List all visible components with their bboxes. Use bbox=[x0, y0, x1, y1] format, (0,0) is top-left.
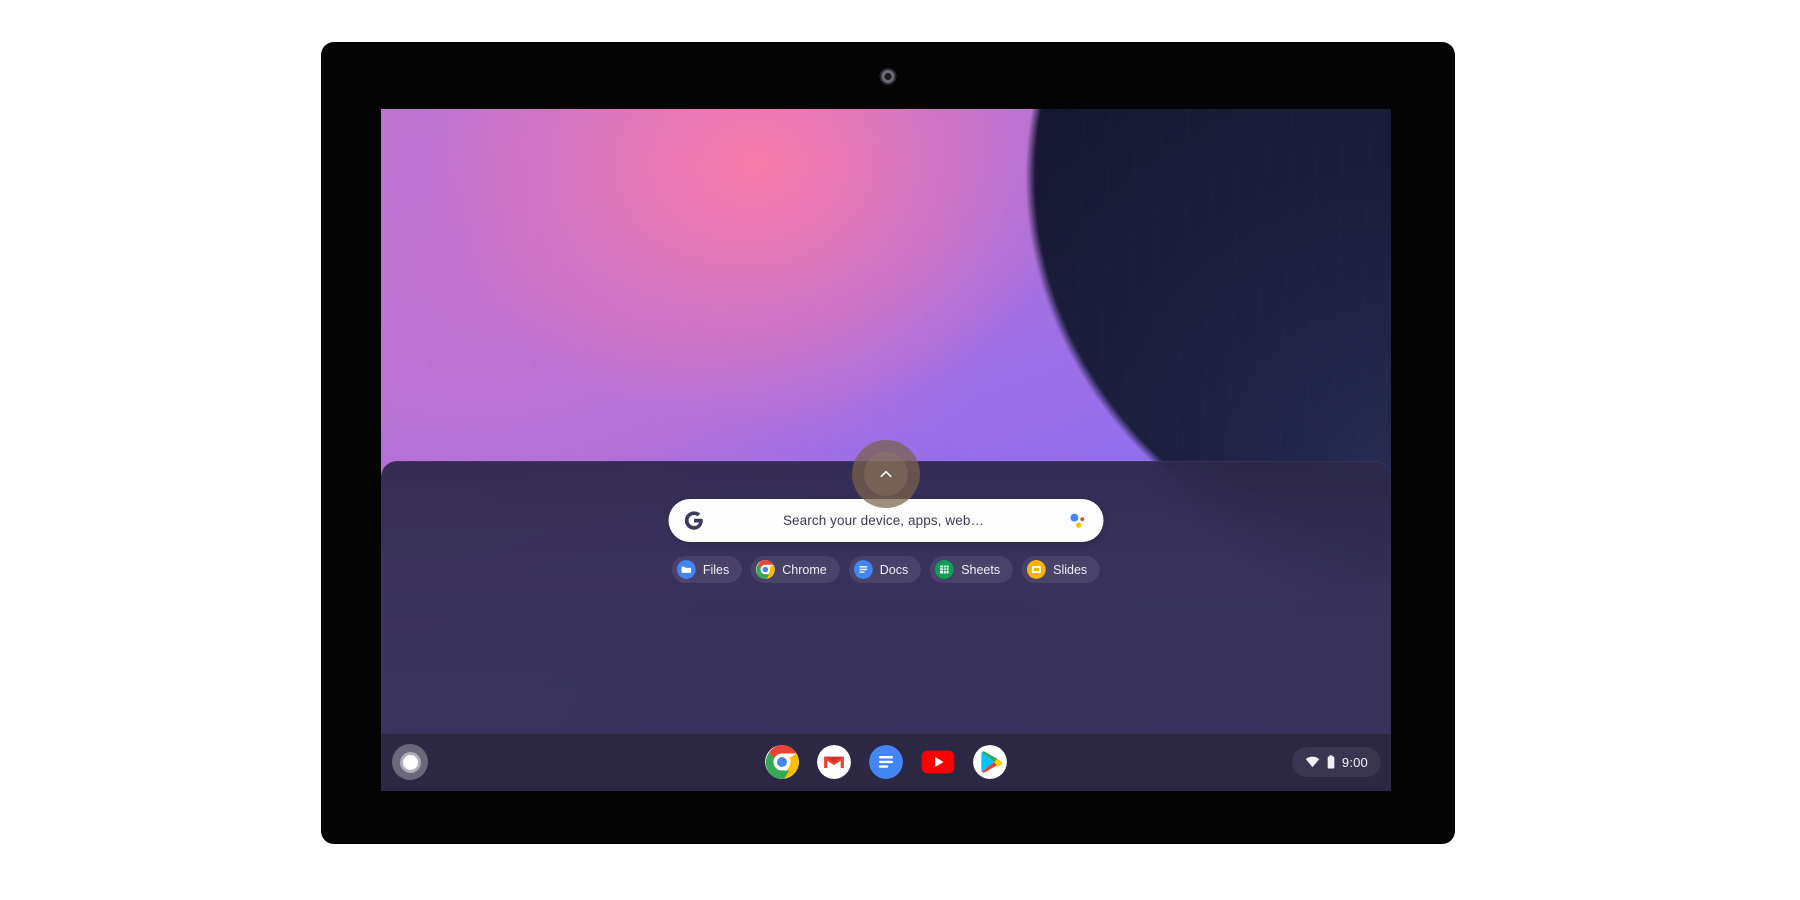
shelf-app-gmail[interactable] bbox=[817, 745, 851, 779]
status-tray[interactable]: 9:00 bbox=[1291, 747, 1381, 777]
quick-app-files[interactable]: Files bbox=[671, 556, 743, 583]
chevron-up-icon bbox=[880, 470, 892, 478]
chrome-icon bbox=[756, 560, 776, 579]
google-slides-icon bbox=[1027, 560, 1047, 579]
quick-app-label: Chrome bbox=[782, 562, 827, 577]
shelf-app-play-store[interactable] bbox=[973, 745, 1007, 779]
shelf-app-chrome[interactable] bbox=[765, 745, 799, 779]
launcher-circle-icon bbox=[402, 754, 418, 770]
expand-launcher-button[interactable] bbox=[852, 440, 920, 508]
quick-app-label: Slides bbox=[1053, 562, 1088, 577]
front-camera-icon bbox=[881, 70, 895, 83]
shelf-app-list bbox=[765, 745, 1007, 779]
quick-app-label: Sheets bbox=[961, 562, 1001, 577]
launcher-button[interactable] bbox=[392, 744, 428, 780]
quick-app-slides[interactable]: Slides bbox=[1022, 556, 1101, 583]
quick-app-sheets[interactable]: Sheets bbox=[930, 556, 1014, 583]
quick-apps-row: Files Chrome Docs Sheets Slides bbox=[671, 556, 1101, 583]
google-g-icon bbox=[684, 511, 703, 530]
google-docs-icon bbox=[853, 560, 873, 579]
tablet-device: Search your device, apps, web… Files Chr… bbox=[322, 43, 1454, 843]
shelf: 9:00 bbox=[381, 733, 1391, 791]
files-icon bbox=[676, 560, 696, 579]
clock: 9:00 bbox=[1341, 754, 1368, 770]
quick-app-label: Docs bbox=[879, 562, 909, 577]
quick-app-chrome[interactable]: Chrome bbox=[751, 556, 840, 583]
wifi-icon bbox=[1305, 756, 1320, 768]
shelf-app-docs[interactable] bbox=[869, 745, 903, 779]
quick-app-docs[interactable]: Docs bbox=[848, 556, 922, 583]
google-sheets-icon bbox=[935, 560, 955, 579]
screenshot-root: Search your device, apps, web… Files Chr… bbox=[0, 0, 1800, 900]
expand-launcher-inner bbox=[864, 452, 908, 496]
search-input[interactable]: Search your device, apps, web… bbox=[705, 513, 1067, 528]
battery-icon bbox=[1327, 755, 1335, 769]
tablet-screen: Search your device, apps, web… Files Chr… bbox=[381, 109, 1391, 791]
quick-app-label: Files bbox=[702, 562, 730, 577]
google-assistant-icon[interactable] bbox=[1067, 510, 1089, 532]
shelf-app-youtube[interactable] bbox=[921, 745, 955, 779]
